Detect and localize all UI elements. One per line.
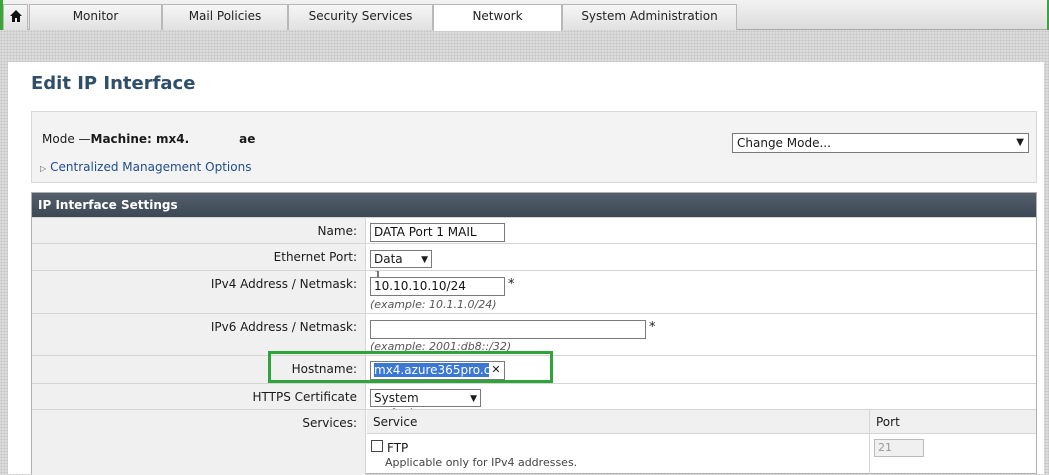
name-value-cell: DATA Port 1 MAIL (367, 218, 1036, 243)
mode-box: Mode —Machine: mx4. ae ▷ Centralized Manag… (31, 111, 1037, 183)
centralized-management-link[interactable]: ▷ Centralized Management Options (40, 160, 251, 174)
ftp-checkbox[interactable] (371, 440, 383, 452)
centralized-management-label: Centralized Management Options (50, 160, 252, 174)
mode-line: Mode —Machine: mx4. ae (42, 132, 255, 146)
https-value-cell: System Default ▼ (367, 384, 1036, 421)
change-mode-value: Change Mode... (737, 136, 831, 150)
tab-security-services[interactable]: Security Services (288, 4, 433, 30)
page-title: Edit IP Interface (31, 73, 196, 94)
home-icon (9, 10, 22, 22)
name-input[interactable]: DATA Port 1 MAIL (370, 223, 505, 242)
services-value-cell: Service Port FTP Applicable only for IPv… (367, 410, 1036, 475)
ipv6-value-cell: * (example: 2001:db8::/32) (367, 314, 1036, 355)
mode-prefix: Mode — (42, 132, 91, 146)
ipv4-input[interactable]: 10.10.10.10/24 (370, 277, 505, 296)
chevron-down-icon: ▼ (470, 394, 477, 404)
ethernet-port-select[interactable]: Data 1 ▼ (370, 250, 432, 282)
ethernet-port-label: Ethernet Port: (32, 244, 366, 270)
tab-network[interactable]: Network (433, 4, 562, 31)
https-certificate-select[interactable]: System Default ▼ (370, 389, 481, 421)
hostname-highlight-box (268, 351, 553, 383)
https-certificate-label: HTTPS Certificate (32, 384, 366, 409)
row-ethernet-port: Ethernet Port: Data 1 ▼ (32, 243, 1036, 282)
machine-suffix: ae (239, 132, 256, 146)
services-table-header: Service Port (367, 410, 1036, 434)
ipv6-input[interactable] (370, 320, 646, 339)
row-ipv6: IPv6 Address / Netmask: * (example: 2001… (32, 313, 1036, 355)
tab-system-administration[interactable]: System Administration (562, 4, 737, 30)
ipv4-value-cell: 10.10.10.10/24 * (example: 10.1.1.0/24) (367, 271, 1036, 313)
row-services: Services: Service Port FTP Applicable on… (32, 409, 1036, 475)
tab-monitor[interactable]: Monitor (29, 4, 162, 30)
ipv4-example: (example: 10.1.1.0/24) (370, 298, 497, 311)
machine-label: Machine: mx4. (90, 132, 190, 146)
row-name: Name: DATA Port 1 MAIL (32, 217, 1036, 243)
port-column-divider (869, 434, 870, 475)
ipv4-label: IPv4 Address / Netmask: (32, 271, 366, 313)
ip-interface-settings: IP Interface Settings Name: DATA Port 1 … (31, 192, 1037, 475)
triangle-right-icon: ▷ (40, 164, 47, 173)
ftp-note: Applicable only for IPv4 addresses. (385, 456, 578, 469)
name-label: Name: (32, 218, 366, 243)
tab-mail-policies[interactable]: Mail Policies (162, 4, 288, 30)
ftp-port-input[interactable]: 21 (874, 439, 924, 457)
home-tab[interactable] (3, 4, 28, 30)
services-label: Services: (32, 410, 366, 475)
ftp-label: FTP (387, 441, 409, 455)
row-ipv4: IPv4 Address / Netmask: 10.10.10.10/24 *… (32, 270, 1036, 313)
row-https-certificate: HTTPS Certificate System Default ▼ (32, 383, 1036, 421)
chevron-down-icon: ▼ (1016, 137, 1024, 148)
port-column-header: Port (869, 410, 906, 434)
required-mark: * (649, 320, 656, 335)
service-column-header: Service (373, 415, 418, 429)
ethernet-value-cell: Data 1 ▼ (367, 244, 1036, 282)
chevron-down-icon: ▼ (421, 255, 428, 265)
change-mode-select[interactable]: Change Mode... ▼ (732, 133, 1029, 153)
settings-header: IP Interface Settings (32, 193, 1036, 217)
top-nav: Monitor Mail Policies Security Services … (0, 0, 1049, 31)
required-mark: * (508, 277, 515, 292)
ipv6-label: IPv6 Address / Netmask: (32, 314, 366, 355)
